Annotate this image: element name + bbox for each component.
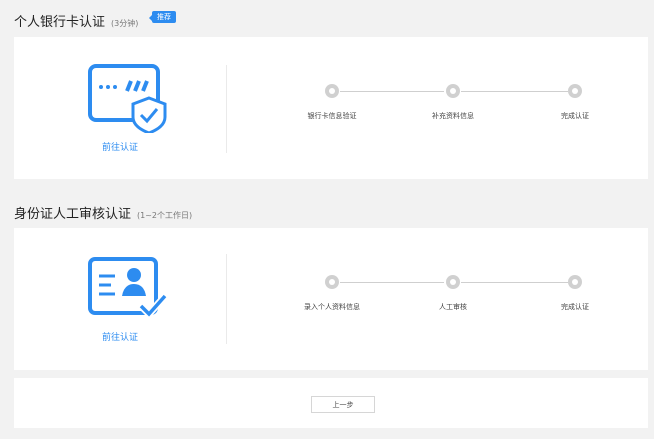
footer-panel: 上一步 [14,378,648,428]
identity-steps: 录入个人资料信息 人工审核 完成认证 [227,228,648,370]
identity-title-text: 身份证人工审核认证 [14,207,132,222]
bank-duration: (3分钟) [111,19,139,28]
bank-card-shield-icon [88,64,167,133]
identity-step-line-1 [340,282,444,283]
bank-step-line-2 [461,91,568,92]
bank-step-label-1: 银行卡信息验证 [307,112,357,120]
identity-card-left: 前往认证 [14,228,226,370]
id-card-check-icon [88,257,168,320]
identity-section-title: 身份证人工审核认证 (1~2个工作日) [14,203,192,222]
bank-section-title: 个人银行卡认证 (3分钟) [14,11,138,30]
bank-step-label-2: 补充资料信息 [432,112,474,120]
identity-step-dot-3 [568,275,582,289]
bank-card-left: 前往认证 [14,37,226,179]
identity-step-line-2 [461,282,568,283]
bank-step-dot-1 [325,84,339,98]
bank-go-verify-link[interactable]: 前往认证 [14,140,226,153]
identity-step-dot-2 [446,275,460,289]
bank-step-dot-3 [568,84,582,98]
identity-step-label-3: 完成认证 [561,303,589,311]
identity-step-dot-1 [325,275,339,289]
identity-step-label-2: 人工审核 [439,303,467,311]
bank-card-panel: 前往认证 银行卡信息验证 补充资料信息 完成认证 [14,37,648,179]
identity-card-panel: 前往认证 录入个人资料信息 人工审核 完成认证 [14,228,648,370]
prev-step-button[interactable]: 上一步 [311,396,375,413]
bank-step-dot-2 [446,84,460,98]
identity-go-verify-link[interactable]: 前往认证 [14,330,226,343]
identity-step-label-1: 录入个人资料信息 [304,303,360,311]
bank-title-text: 个人银行卡认证 [14,15,106,30]
identity-duration: (1~2个工作日) [137,211,193,220]
bank-step-line-1 [340,91,444,92]
bank-steps: 银行卡信息验证 补充资料信息 完成认证 [227,37,648,179]
recommend-badge: 推荐 [149,11,176,23]
bank-step-label-3: 完成认证 [561,112,589,120]
